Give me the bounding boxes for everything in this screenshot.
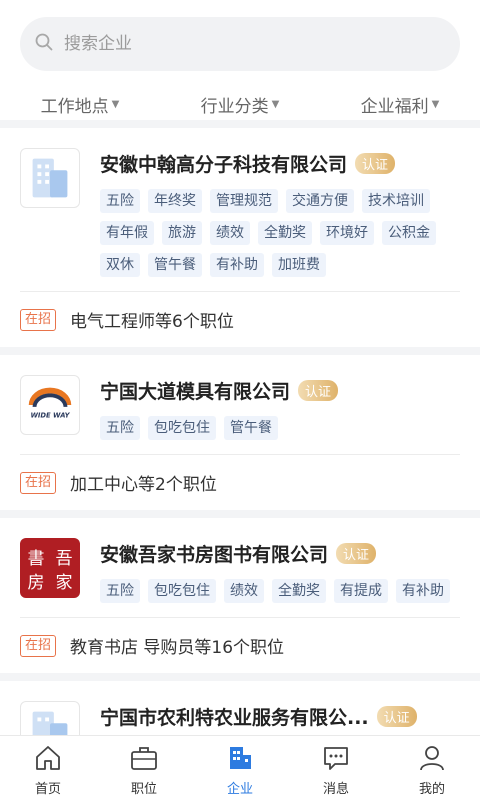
list-divider [0,510,480,518]
caret-down-icon: ▼ [271,98,280,110]
tab-companies-label: 企业 [226,782,253,797]
benefit-tags: 五险 包吃包住 绩效 全勤奖 有提成 有补助 [100,579,460,611]
benefit-tag: 五险 [100,579,140,603]
benefit-tag: 管午餐 [224,416,278,440]
tab-companies[interactable]: 企业 [192,736,288,800]
company-name: 宁国市农利特农业服务有限公... [100,706,369,729]
benefit-tag: 公积金 [382,221,436,245]
bottom-tab-bar: 首页 职位 企业 消息 我的 [0,735,480,800]
message-icon [324,747,348,770]
search-bar[interactable] [20,17,460,71]
benefit-tag: 旅游 [162,221,202,245]
list-divider [0,120,480,128]
tab-home-label: 首页 [34,782,61,797]
jobs-row[interactable]: 在招 教育书店 导购员等16个职位 [20,617,460,673]
hiring-badge: 在招 [20,471,57,494]
caret-down-icon: ▼ [431,98,440,110]
verified-badge: 认证 [336,542,377,564]
jobs-row[interactable]: 在招 加工中心等2个职位 [20,454,460,510]
benefit-tags: 五险 包吃包住 管午餐 [100,416,460,448]
list-divider [0,347,480,355]
tab-messages-label: 消息 [322,782,349,797]
app-root: 工作地点▼ 行业分类▼ 企业福利▼ 安徽中翰高分子 [0,0,480,800]
benefit-tag: 双休 [100,253,140,277]
hiring-badge: 在招 [20,634,57,657]
jobs-summary: 加工中心等2个职位 [70,475,217,495]
benefit-tags: 五险 年终奖 管理规范 交通方便 技术培训 有年假 旅游 绩效 全勤奖 环境好 … [100,189,460,285]
tab-profile-label: 我的 [418,782,445,797]
company-name: 宁国大道模具有限公司 [100,380,291,403]
benefit-tag: 有年假 [100,221,154,245]
tab-jobs[interactable]: 职位 [96,736,192,800]
verified-badge: 认证 [298,379,339,401]
search-icon [34,32,54,56]
jobs-row[interactable]: 在招 电气工程师等6个职位 [20,291,460,347]
benefit-tag: 环境好 [320,221,374,245]
filter-location[interactable]: 工作地点 ▼ [0,88,160,120]
company-card[interactable]: 宁国市农利特农业服务有限公... 认证 [0,681,480,735]
tab-profile[interactable]: 我的 [384,736,480,800]
company-card[interactable]: 書 吾 房 家 安徽吾家书房图书有限公司 认证 五险 包吃包住 绩效 全勤奖 有… [0,518,480,673]
benefit-tag: 年终奖 [148,189,202,213]
company-list: 安徽中翰高分子科技有限公司 认证 五险 年终奖 管理规范 交通方便 技术培训 有… [0,120,480,735]
filter-benefits-label: 企业福利 [360,96,429,117]
benefit-tag: 技术培训 [362,189,430,213]
company-name: 安徽中翰高分子科技有限公司 [100,153,348,176]
user-icon [420,746,444,771]
benefit-tag: 管午餐 [148,253,202,277]
company-card[interactable]: WIDE WAY 宁国大道模具有限公司 认证 五险 包吃包住 管午餐 在招 加工… [0,355,480,510]
filter-benefits[interactable]: 企业福利 ▼ [320,88,480,120]
company-logo-building-icon [20,701,80,735]
home-icon [36,746,60,770]
svg-text:WIDE WAY: WIDE WAY [30,412,70,420]
company-name: 安徽吾家书房图书有限公司 [100,543,329,566]
benefit-tag: 有补助 [210,253,264,277]
filter-location-label: 工作地点 [40,96,109,117]
benefit-tag: 五险 [100,416,140,440]
benefit-tag: 加班费 [272,253,326,277]
benefit-tag: 包吃包住 [148,416,216,440]
svg-text:吾: 吾 [56,549,73,569]
filter-industry[interactable]: 行业分类 ▼ [160,88,320,120]
verified-badge: 认证 [376,705,417,727]
building-icon [230,747,251,769]
company-logo-wideway-icon: WIDE WAY [20,375,80,435]
svg-text:房: 房 [28,573,45,593]
tab-messages[interactable]: 消息 [288,736,384,800]
benefit-tag: 有补助 [396,579,450,603]
benefit-tag: 全勤奖 [272,579,326,603]
caret-down-icon: ▼ [111,98,120,110]
briefcase-icon [131,747,157,770]
benefit-tag: 有提成 [334,579,388,603]
filter-bar: 工作地点 ▼ 行业分类 ▼ 企业福利 ▼ [0,88,480,120]
hiring-badge: 在招 [20,308,57,331]
benefit-tag: 管理规范 [210,189,278,213]
company-logo-building-icon [20,148,80,208]
benefit-tag: 五险 [100,189,140,213]
company-card[interactable]: 安徽中翰高分子科技有限公司 认证 五险 年终奖 管理规范 交通方便 技术培训 有… [0,128,480,347]
search-input[interactable] [64,34,424,54]
jobs-summary: 教育书店 导购员等16个职位 [70,638,285,658]
verified-badge: 认证 [355,152,396,174]
filter-industry-label: 行业分类 [200,96,269,117]
list-divider [0,673,480,681]
company-logo-bookstore-icon: 書 吾 房 家 [20,538,80,598]
benefit-tag: 交通方便 [286,189,354,213]
jobs-summary: 电气工程师等6个职位 [70,312,234,332]
benefit-tag: 绩效 [210,221,250,245]
tab-jobs-label: 职位 [130,782,157,797]
benefit-tag: 全勤奖 [258,221,312,245]
svg-text:書: 書 [28,549,45,569]
benefit-tag: 绩效 [224,579,264,603]
benefit-tag: 包吃包住 [148,579,216,603]
svg-text:家: 家 [56,573,73,593]
tab-home[interactable]: 首页 [0,736,96,800]
